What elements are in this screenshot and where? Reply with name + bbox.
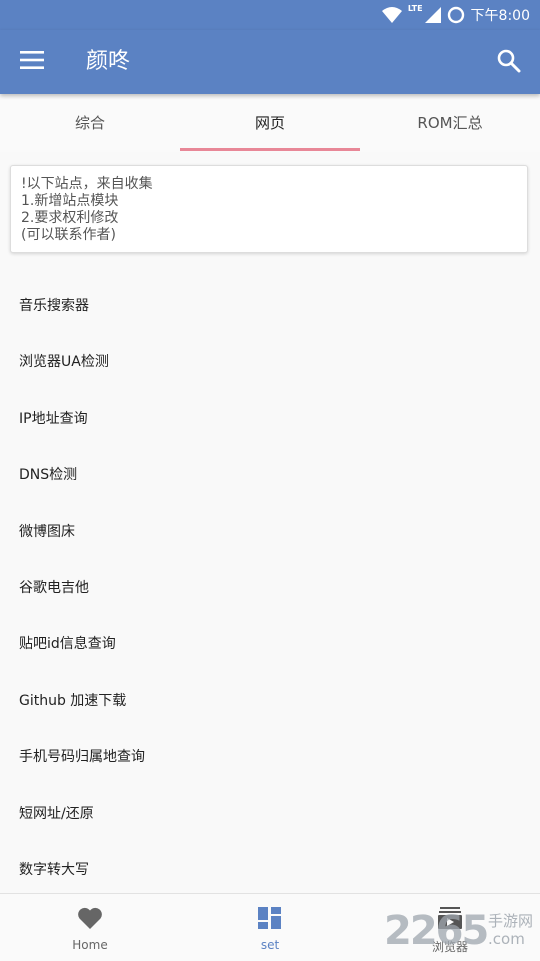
search-icon: [497, 49, 521, 73]
signal-icon: [424, 7, 441, 23]
notice-line: !以下站点，来自收集: [21, 176, 153, 192]
search-button[interactable]: [496, 48, 524, 76]
nav-home[interactable]: Home: [0, 894, 180, 961]
list-item-music-search[interactable]: 音乐搜索器: [0, 278, 540, 334]
bottom-nav: Home set 浏览器: [0, 893, 540, 961]
notice-line: 1.新增站点模块: [21, 193, 119, 209]
app-bar: 颜咚: [0, 30, 540, 94]
nav-browser[interactable]: 浏览器: [360, 894, 540, 961]
tab-general[interactable]: 综合: [0, 94, 180, 152]
network-type-label: LTE: [407, 4, 423, 13]
list-item-browser-ua[interactable]: 浏览器UA检测: [0, 334, 540, 390]
app-title: 颜咚: [86, 49, 131, 74]
menu-button[interactable]: [20, 50, 46, 74]
list-item-weibo-image-host[interactable]: 微博图床: [0, 504, 540, 560]
list-item-github-download[interactable]: Github 加速下载: [0, 673, 540, 729]
wifi-icon: [381, 7, 402, 23]
list-item-google-guitar[interactable]: 谷歌电吉他: [0, 560, 540, 616]
dashboard-icon: [258, 907, 281, 929]
notice-card: !以下站点，来自收集 1.新增站点模块 2.要求权利修改 (可以联系作者): [10, 165, 528, 253]
site-list: 音乐搜索器 浏览器UA检测 IP地址查询 DNS检测 微博图床 谷歌电吉他 贴吧…: [0, 278, 540, 898]
notice-line: 2.要求权利修改: [21, 210, 119, 226]
notice-line: (可以联系作者): [21, 227, 116, 243]
nav-set[interactable]: set: [180, 894, 360, 961]
status-icons: LTE 下午8:00: [381, 4, 530, 26]
list-item-phone-location[interactable]: 手机号码归属地查询: [0, 729, 540, 785]
nav-browser-label: 浏览器: [431, 940, 468, 954]
nav-home-label: Home: [72, 938, 108, 952]
menu-icon: [20, 51, 44, 69]
list-item-dns-check[interactable]: DNS检测: [0, 447, 540, 503]
list-item-tieba-id[interactable]: 贴吧id信息查询: [0, 616, 540, 672]
heart-icon: [78, 907, 102, 929]
tab-bar: 综合 网页 ROM汇总: [0, 94, 540, 152]
tab-web[interactable]: 网页: [180, 94, 360, 152]
status-bar: LTE 下午8:00: [0, 0, 540, 30]
list-item-ip-lookup[interactable]: IP地址查询: [0, 391, 540, 447]
list-item-number-to-uppercase[interactable]: 数字转大写: [0, 842, 540, 898]
video-icon: [438, 907, 462, 929]
list-item-short-url[interactable]: 短网址/还原: [0, 786, 540, 842]
nav-set-label: set: [260, 938, 280, 952]
battery-circle-icon: [447, 6, 464, 24]
status-time: 下午8:00: [470, 8, 530, 24]
tab-rom-summary[interactable]: ROM汇总: [360, 94, 540, 152]
